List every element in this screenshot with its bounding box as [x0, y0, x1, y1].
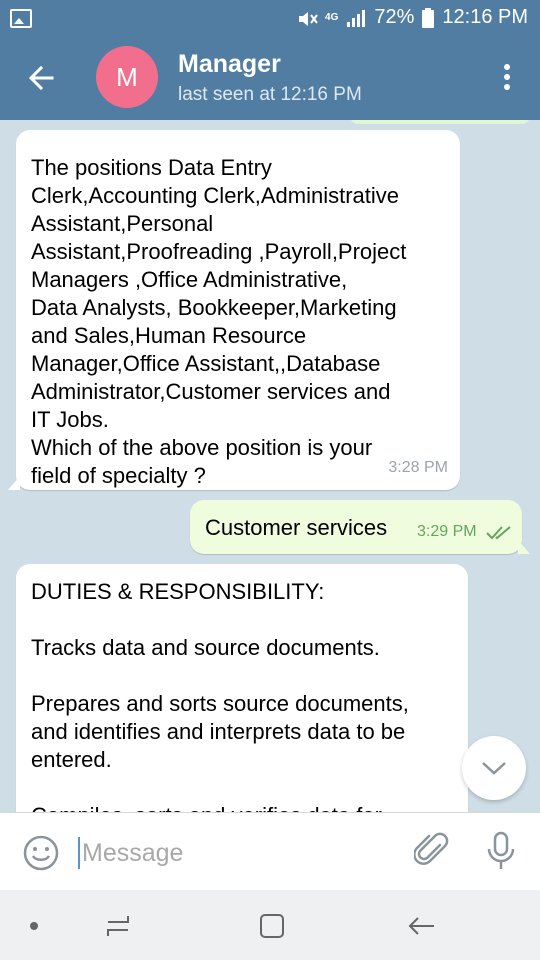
gallery-notification-icon: [10, 9, 32, 28]
message-text: Customer services: [205, 515, 388, 540]
microphone-icon[interactable]: [484, 831, 518, 878]
system-nav-bar: [0, 890, 540, 960]
more-vertical-icon[interactable]: [502, 64, 512, 94]
outgoing-message[interactable]: Customer services 3:29 PM: [190, 500, 530, 554]
battery-icon: [422, 7, 435, 28]
status-icons: 4G 72% 12:16 PM: [297, 6, 528, 29]
home-icon[interactable]: [256, 910, 288, 947]
incoming-message[interactable]: DUTIES & RESPONSIBILITY: Tracks data and…: [16, 564, 468, 812]
status-bar: 4G 72% 12:16 PM: [0, 0, 540, 36]
clock: 12:16 PM: [442, 6, 528, 28]
message-time: 3:28 PM: [388, 459, 448, 476]
back-arrow-icon[interactable]: [22, 58, 62, 98]
message-input[interactable]: [80, 829, 384, 877]
previous-message-edge: [350, 120, 530, 124]
mute-icon: [297, 9, 318, 27]
message-time: 3:29 PM: [417, 523, 477, 540]
message-text: DUTIES & RESPONSIBILITY: Tracks data and…: [31, 579, 409, 812]
avatar[interactable]: M: [96, 46, 158, 108]
paperclip-icon[interactable]: [413, 831, 450, 876]
double-check-icon: [486, 520, 512, 548]
chevron-down-icon: [482, 762, 506, 775]
nav-back-icon[interactable]: [406, 910, 438, 947]
last-seen-status: last seen at 12:16 PM: [178, 84, 362, 105]
recent-apps-icon[interactable]: [102, 910, 134, 947]
signal-icon: [346, 9, 366, 27]
network-type: 4G: [325, 12, 339, 23]
composer: [0, 812, 540, 891]
message-list[interactable]: The positions Data Entry Clerk,Accountin…: [0, 120, 540, 812]
incoming-message[interactable]: The positions Data Entry Clerk,Accountin…: [8, 130, 460, 490]
chat-header: M Manager last seen at 12:16 PM: [0, 36, 540, 120]
nav-dot-icon[interactable]: [30, 922, 38, 930]
smile-icon[interactable]: [22, 834, 60, 877]
battery-percent: 72%: [374, 6, 415, 28]
scroll-down-button[interactable]: [462, 736, 526, 800]
message-text: The positions Data Entry Clerk,Accountin…: [31, 155, 407, 488]
contact-name[interactable]: Manager: [178, 50, 281, 79]
